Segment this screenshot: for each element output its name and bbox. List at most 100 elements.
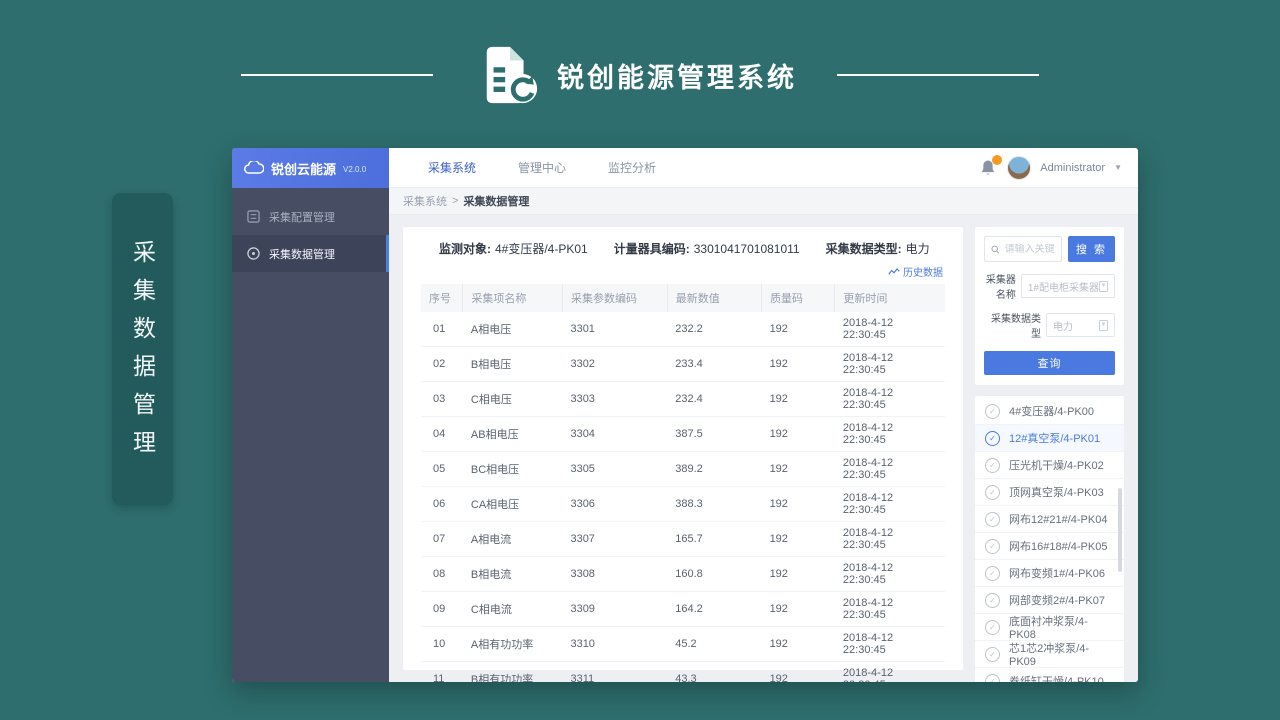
table-row[interactable]: 04AB相电压3304387.51922018-4-12 22:30:45 [421, 417, 945, 452]
document-refresh-icon [479, 44, 541, 106]
table-cell: 192 [762, 627, 835, 662]
table-cell: 192 [762, 487, 835, 522]
avatar[interactable] [1007, 156, 1031, 180]
filter-card: 搜 索 采集器名称1#配电柜采集器▼采集数据类型电力▼ 查询 [975, 227, 1124, 385]
chevron-down-icon[interactable]: ▼ [1114, 163, 1122, 172]
search-input[interactable] [1005, 244, 1055, 255]
table-cell: 3311 [562, 662, 667, 683]
sidebar-logo: 锐创云能源 V2.0.0 [232, 148, 389, 188]
table-cell: 387.5 [667, 417, 761, 452]
device-name: 卷纸缸干燥/4-PK10 [1009, 673, 1104, 682]
notification-bell-icon[interactable] [980, 159, 998, 177]
device-item[interactable]: ✓压光机干燥/4-PK02 [975, 452, 1124, 479]
device-item[interactable]: ✓网部变频2#/4-PK07 [975, 587, 1124, 614]
table-cell: 45.2 [667, 627, 761, 662]
table-row[interactable]: 03C相电压3303232.41922018-4-12 22:30:45 [421, 382, 945, 417]
app-window: 锐创云能源 V2.0.0 采集配置管理采集数据管理 采集系统管理中心监控分析 A… [232, 148, 1138, 682]
table-cell: 08 [421, 557, 463, 592]
table-header-cell: 最新数值 [667, 284, 761, 312]
side-label-card: 采集数据管理 [112, 193, 173, 505]
device-item[interactable]: ✓网布12#21#/4-PK04 [975, 506, 1124, 533]
table-cell: 2018-4-12 22:30:45 [835, 312, 945, 347]
data-card: 监测对象:4#变压器/4-PK01计量器具编码:3301041701081011… [403, 227, 963, 670]
device-item[interactable]: ✓芯1芯2冲浆泵/4-PK09 [975, 641, 1124, 668]
device-name: 网布12#21#/4-PK04 [1009, 511, 1107, 527]
sidebar: 锐创云能源 V2.0.0 采集配置管理采集数据管理 [232, 148, 389, 682]
sidebar-item[interactable]: 采集配置管理 [232, 198, 389, 235]
table-cell: 01 [421, 312, 463, 347]
table-cell: 192 [762, 557, 835, 592]
table-cell: 192 [762, 592, 835, 627]
brand-version: V2.0.0 [343, 165, 366, 174]
table-cell: 2018-4-12 22:30:45 [835, 557, 945, 592]
device-name: 顶网真空泵/4-PK03 [1009, 484, 1104, 500]
table-cell: 389.2 [667, 452, 761, 487]
top-nav-item[interactable]: 监控分析 [587, 159, 677, 176]
table-row[interactable]: 05BC相电压3305389.21922018-4-12 22:30:45 [421, 452, 945, 487]
table-row[interactable]: 11B相有功功率331143.31922018-4-12 22:30:45 [421, 662, 945, 683]
info-label: 采集数据类型: [826, 242, 902, 256]
device-name: 网布16#18#/4-PK05 [1009, 538, 1107, 554]
dropdown-icon: ▼ [1099, 320, 1108, 331]
page-title: 锐创能源管理系统 [557, 56, 797, 95]
table-row[interactable]: 10A相有功功率331045.21922018-4-12 22:30:45 [421, 627, 945, 662]
device-item[interactable]: ✓网布变频1#/4-PK06 [975, 560, 1124, 587]
breadcrumb-separator: > [452, 195, 458, 207]
table-row[interactable]: 06CA相电压3306388.31922018-4-12 22:30:45 [421, 487, 945, 522]
device-item[interactable]: ✓底面衬冲浆泵/4-PK08 [975, 614, 1124, 641]
breadcrumb-current: 采集数据管理 [463, 193, 529, 209]
device-name: 芯1芯2冲浆泵/4-PK09 [1009, 640, 1114, 668]
table-cell: 165.7 [667, 522, 761, 557]
info-segment: 监测对象:4#变压器/4-PK01 [439, 240, 588, 257]
device-list-card: ✓4#变压器/4-PK00✓12#真空泵/4-PK01✓压光机干燥/4-PK02… [975, 396, 1124, 682]
field-select[interactable]: 电力 ▼ [1046, 313, 1115, 337]
cloud-icon [244, 161, 264, 175]
search-button[interactable]: 搜 索 [1068, 236, 1115, 262]
sidebar-item-label: 采集数据管理 [269, 246, 335, 262]
device-item[interactable]: ✓网布16#18#/4-PK05 [975, 533, 1124, 560]
table-cell: 3302 [562, 347, 667, 382]
check-circle-icon: ✓ [985, 620, 1000, 635]
user-name: Administrator [1040, 162, 1105, 174]
banner-divider-left [241, 74, 433, 76]
monitor-info-row: 监测对象:4#变压器/4-PK01计量器具编码:3301041701081011… [421, 240, 945, 257]
scrollbar[interactable] [1118, 488, 1122, 572]
table-row[interactable]: 09C相电流3309164.21922018-4-12 22:30:45 [421, 592, 945, 627]
table-row[interactable]: 08B相电流3308160.81922018-4-12 22:30:45 [421, 557, 945, 592]
table-row[interactable]: 02B相电压3302233.41922018-4-12 22:30:45 [421, 347, 945, 382]
table-cell: 2018-4-12 22:30:45 [835, 452, 945, 487]
top-nav-item[interactable]: 采集系统 [407, 159, 497, 176]
table-row[interactable]: 01A相电压3301232.21922018-4-12 22:30:45 [421, 312, 945, 347]
device-item[interactable]: ✓12#真空泵/4-PK01 [975, 425, 1124, 452]
line-chart-icon [888, 268, 900, 276]
table-cell: 06 [421, 487, 463, 522]
table-cell: 43.3 [667, 662, 761, 683]
device-name: 网布变频1#/4-PK06 [1009, 565, 1105, 581]
topbar: 采集系统管理中心监控分析 Administrator ▼ [389, 148, 1138, 188]
query-button[interactable]: 查询 [984, 351, 1115, 375]
table-cell: 3309 [562, 592, 667, 627]
device-item[interactable]: ✓顶网真空泵/4-PK03 [975, 479, 1124, 506]
history-data-link[interactable]: 历史数据 [888, 264, 943, 279]
side-label-text: 采集数据管理 [126, 240, 160, 468]
field-select[interactable]: 1#配电柜采集器▼ [1021, 274, 1115, 298]
top-nav-item[interactable]: 管理中心 [497, 159, 587, 176]
table-header-cell: 采集参数编码 [562, 284, 667, 312]
info-label: 计量器具编码: [614, 242, 690, 256]
top-nav: 采集系统管理中心监控分析 [407, 159, 677, 176]
field-label: 采集器名称 [984, 271, 1021, 301]
table-cell: 10 [421, 627, 463, 662]
device-item[interactable]: ✓卷纸缸干燥/4-PK10 [975, 668, 1124, 682]
sidebar-item[interactable]: 采集数据管理 [232, 235, 389, 272]
table-cell: 2018-4-12 22:30:45 [835, 347, 945, 382]
table-cell: C相电流 [463, 592, 563, 627]
table-cell: 192 [762, 347, 835, 382]
content-area: 监测对象:4#变压器/4-PK01计量器具编码:3301041701081011… [389, 215, 1138, 682]
field-value: 电力 [1053, 318, 1073, 333]
banner-divider-right [837, 74, 1039, 76]
device-item[interactable]: ✓4#变压器/4-PK00 [975, 398, 1124, 425]
table-cell: BC相电压 [463, 452, 563, 487]
main-column: 采集系统管理中心监控分析 Administrator ▼ 采集系统 > 采集数据… [389, 148, 1138, 682]
table-row[interactable]: 07A相电流3307165.71922018-4-12 22:30:45 [421, 522, 945, 557]
breadcrumb-root[interactable]: 采集系统 [403, 193, 447, 209]
